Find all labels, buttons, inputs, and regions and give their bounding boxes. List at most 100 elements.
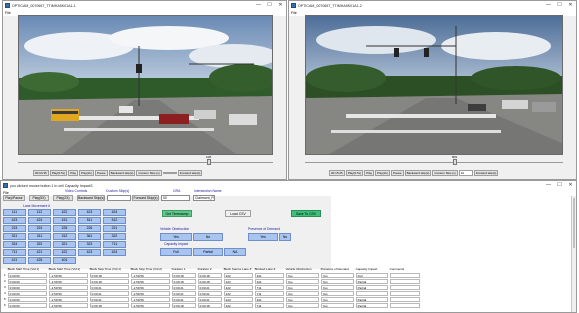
- table-cell[interactable]: Full: [355, 272, 388, 278]
- table-cell[interactable]: 0:00:21: [197, 296, 222, 302]
- table-cell[interactable]: 0:00:18: [171, 302, 196, 308]
- lane-button[interactable]: 511: [78, 217, 101, 224]
- presence-yes-button[interactable]: Yes: [248, 233, 278, 241]
- capacity-full-button[interactable]: Full: [160, 248, 192, 256]
- lane-button[interactable]: 424: [28, 217, 51, 224]
- lane-button[interactable]: 711: [103, 241, 126, 248]
- table-cell[interactable]: 0:00:18: [197, 272, 222, 278]
- lane-button[interactable]: 321: [53, 241, 76, 248]
- lane-button[interactable]: 223: [3, 225, 26, 232]
- table-cell[interactable]: 0:00:21: [171, 290, 196, 296]
- lane-button[interactable]: 423: [78, 209, 101, 216]
- lane-button[interactable]: 311: [28, 233, 51, 240]
- table-cell[interactable]: 0:00:18: [171, 278, 196, 284]
- play-half-button[interactable]: Play(0.5x): [345, 170, 364, 176]
- table-cell[interactable]: 0:00:21: [89, 290, 129, 296]
- table-cell[interactable]: 0:00:00: [7, 284, 47, 290]
- presence-no-button[interactable]: No: [279, 233, 291, 241]
- table-cell[interactable]: 0:00:00: [7, 278, 47, 284]
- slider-thumb[interactable]: [207, 159, 211, 165]
- lane-button[interactable]: 425: [28, 257, 51, 264]
- table-cell[interactable]: Partial: [355, 302, 388, 308]
- lane-button[interactable]: 711: [3, 249, 26, 256]
- table-cell[interactable]: Partial: [355, 296, 388, 302]
- backward-skip-button[interactable]: Backward skip(s): [108, 170, 136, 176]
- forward-skip-button[interactable]: Forward skip(s): [177, 170, 203, 176]
- table-cell[interactable]: Yes: [285, 296, 319, 302]
- table-cell[interactable]: 222: [223, 272, 253, 278]
- lane-button[interactable]: 322: [103, 233, 126, 240]
- backward-skip-button[interactable]: Backward Skip(s): [77, 195, 105, 201]
- lane-button[interactable]: 512: [103, 217, 126, 224]
- table-cell[interactable]: 0:00:18: [197, 278, 222, 284]
- table-cell[interactable]: -1:59:59: [130, 302, 170, 308]
- table-cell[interactable]: 711: [254, 302, 284, 308]
- timeline-slider-1[interactable]: 108: [18, 155, 273, 165]
- table-cell[interactable]: [389, 278, 420, 284]
- table-cell[interactable]: Yes: [285, 302, 319, 308]
- lane-button[interactable]: 423: [3, 217, 26, 224]
- table-cell[interactable]: 0:00:00: [7, 296, 47, 302]
- table-cell[interactable]: -1:59:59: [130, 284, 170, 290]
- table-cell[interactable]: Partial: [355, 278, 388, 284]
- lane-button[interactable]: 224: [28, 225, 51, 232]
- lane-button[interactable]: 324: [3, 241, 26, 248]
- play-button[interactable]: Play: [68, 170, 79, 176]
- table-cell[interactable]: Yes: [320, 278, 354, 284]
- table-cell[interactable]: 0:00:18: [89, 278, 129, 284]
- table-cell[interactable]: -1:59:59: [48, 290, 88, 296]
- lane-button[interactable]: 226: [78, 225, 101, 232]
- lane-button[interactable]: 421: [3, 257, 26, 264]
- slider-thumb[interactable]: [453, 159, 457, 165]
- table-cell[interactable]: 0:00:21: [197, 290, 222, 296]
- table-cell[interactable]: 711: [254, 284, 284, 290]
- table-cell[interactable]: 0:00:18: [89, 272, 129, 278]
- lane-button[interactable]: 112: [28, 209, 51, 216]
- minimize-icon[interactable]: —: [543, 181, 554, 190]
- minimize-icon[interactable]: —: [543, 1, 554, 10]
- table-cell[interactable]: 0:00:18: [89, 302, 129, 308]
- table-cell[interactable]: [355, 290, 388, 296]
- vertical-scrollbar[interactable]: [571, 196, 576, 312]
- table-cell[interactable]: Yes: [285, 284, 319, 290]
- get-timestamp-button[interactable]: Get Timestamp: [162, 210, 192, 217]
- table-cell[interactable]: 0:00:00: [7, 290, 47, 296]
- lane-button[interactable]: 404: [53, 257, 76, 264]
- play-5x-button[interactable]: Play(5X): [29, 195, 49, 201]
- table-cell[interactable]: [389, 296, 420, 302]
- play-2x-button[interactable]: Play(2x): [79, 170, 95, 176]
- timeline-slider-2[interactable]: 809: [305, 155, 563, 165]
- table-cell[interactable]: [389, 272, 420, 278]
- table-cell[interactable]: Yes: [320, 290, 354, 296]
- lane-button[interactable]: 221: [103, 225, 126, 232]
- lane-button[interactable]: 422: [53, 249, 76, 256]
- table-cell[interactable]: -1:59:59: [130, 296, 170, 302]
- minimize-icon[interactable]: —: [253, 1, 264, 10]
- close-icon[interactable]: ✕: [565, 181, 576, 190]
- table-cell[interactable]: 0:00:21: [89, 296, 129, 302]
- lane-button[interactable]: 321: [3, 233, 26, 240]
- table-cell[interactable]: 0:00:18: [171, 272, 196, 278]
- table-cell[interactable]: -1:59:59: [48, 272, 88, 278]
- custom-skip-input[interactable]: [162, 172, 177, 174]
- close-icon[interactable]: ✕: [275, 1, 286, 10]
- table-cell[interactable]: 223: [223, 296, 253, 302]
- table-cell[interactable]: 222: [223, 284, 253, 290]
- table-cell[interactable]: 321: [254, 278, 284, 284]
- table-cell[interactable]: -1:59:59: [48, 278, 88, 284]
- table-cell[interactable]: 0:00:21: [197, 284, 222, 290]
- lane-button[interactable]: 111: [3, 209, 26, 216]
- play-pause-button[interactable]: Play/Pause: [3, 195, 25, 201]
- lane-button[interactable]: 431: [53, 217, 76, 224]
- table-cell[interactable]: 0:00:21: [171, 296, 196, 302]
- lane-button[interactable]: 322: [28, 241, 51, 248]
- intersection-name-input[interactable]: Clairmont_FR: [193, 195, 215, 201]
- forward-skip-button[interactable]: Forward Skip(s): [132, 195, 159, 201]
- table-cell[interactable]: Yes: [285, 272, 319, 278]
- table-cell[interactable]: [389, 290, 420, 296]
- capacity-na-button[interactable]: NA: [224, 248, 246, 256]
- lane-button[interactable]: 361: [78, 233, 101, 240]
- forward-skip-button[interactable]: Forward skip(s): [473, 170, 499, 176]
- lane-button[interactable]: 323: [78, 241, 101, 248]
- table-cell[interactable]: Yes: [320, 296, 354, 302]
